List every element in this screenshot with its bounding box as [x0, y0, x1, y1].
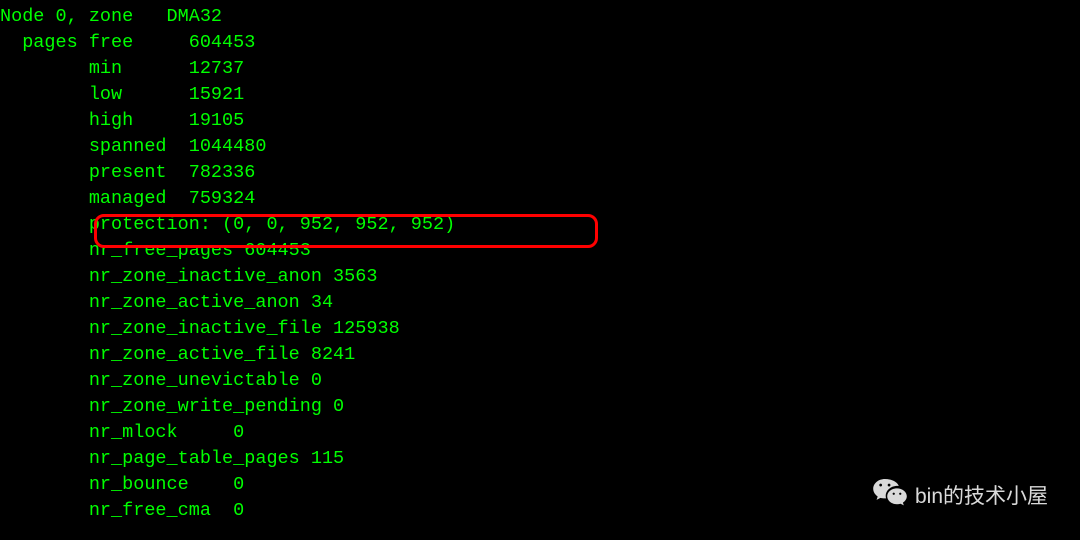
watermark-text: bin的技术小屋	[915, 484, 1048, 510]
terminal-line: low 15921	[0, 82, 1080, 108]
terminal-line: spanned 1044480	[0, 134, 1080, 160]
terminal-line: nr_zone_write_pending 0	[0, 394, 1080, 420]
terminal-line: pages free 604453	[0, 30, 1080, 56]
terminal-line: protection: (0, 0, 952, 952, 952)	[0, 212, 1080, 238]
terminal-line: nr_page_table_pages 115	[0, 446, 1080, 472]
terminal-line: managed 759324	[0, 186, 1080, 212]
terminal-line: nr_zone_active_file 8241	[0, 342, 1080, 368]
terminal-line: nr_free_pages 604453	[0, 238, 1080, 264]
wechat-icon	[873, 479, 907, 514]
terminal-line: min 12737	[0, 56, 1080, 82]
terminal-line: nr_zone_active_anon 34	[0, 290, 1080, 316]
terminal-line: nr_zone_inactive_file 125938	[0, 316, 1080, 342]
terminal-line: nr_zone_inactive_anon 3563	[0, 264, 1080, 290]
terminal-line: high 19105	[0, 108, 1080, 134]
watermark: bin的技术小屋	[873, 479, 1048, 514]
terminal-line: nr_zone_unevictable 0	[0, 368, 1080, 394]
terminal-output: Node 0, zone DMA32 pages free 604453 min…	[0, 4, 1080, 524]
terminal-line: nr_mlock 0	[0, 420, 1080, 446]
terminal-line: Node 0, zone DMA32	[0, 4, 1080, 30]
terminal-line: present 782336	[0, 160, 1080, 186]
